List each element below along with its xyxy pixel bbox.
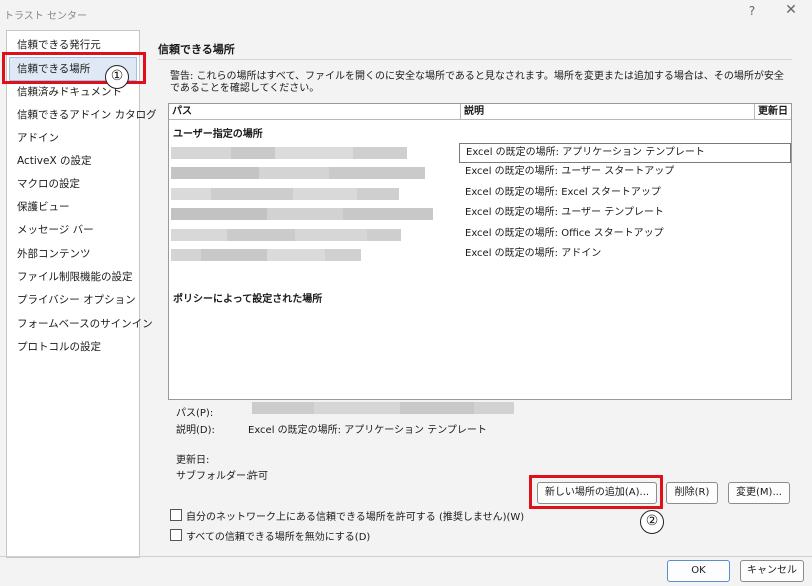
sidebar-item-privacy[interactable]: プライバシー オプション (17, 290, 137, 310)
cancel-button[interactable]: キャンセル (740, 560, 804, 582)
redacted-path (171, 206, 437, 222)
close-icon[interactable]: ✕ (781, 2, 801, 22)
row-description: Excel の既定の場所: アドイン (465, 248, 602, 259)
group-user-locations: ユーザー指定の場所 (173, 129, 263, 140)
subfolders-value: 許可 (248, 471, 268, 482)
warning-text: 警告: これらの場所はすべて、ファイルを開くのに安全な場所であると見なされます。… (170, 71, 784, 94)
table-row[interactable]: Excel の既定の場所: Excel スタートアップ (169, 184, 791, 204)
title-bar: トラスト センター ? ✕ (0, 0, 812, 28)
disable-all-label[interactable]: すべての信頼できる場所を無効にする(D) (186, 528, 370, 543)
sidebar-item-form-signin[interactable]: フォームベースのサインイン (17, 314, 153, 334)
allow-network-label[interactable]: 自分のネットワーク上にある信頼できる場所を許可する (推奨しません)(W) (186, 508, 524, 523)
group-policy-locations: ポリシーによって設定された場所 (173, 294, 323, 305)
subfolders-label: サブフォルダー: (176, 471, 250, 482)
row-description: Excel の既定の場所: ユーザー テンプレート (465, 207, 664, 218)
annotation-highlight-2 (529, 475, 663, 509)
modify-button[interactable]: 変更(M)... (728, 482, 790, 504)
category-sidebar: 信頼できる発行元 信頼できる場所 信頼済みドキュメント 信頼できるアドイン カタ… (6, 30, 157, 558)
column-header-path[interactable]: パス (169, 104, 461, 120)
table-row[interactable]: Excel の既定の場所: アドイン (169, 245, 791, 265)
annotation-badge-2: ② (640, 510, 664, 534)
sidebar-item-addin-catalogs[interactable]: 信頼できるアドイン カタログ (17, 105, 157, 125)
row-description: Excel の既定の場所: アプリケーション テンプレート (459, 143, 791, 163)
redacted-path (171, 145, 437, 161)
table-row[interactable]: Excel の既定の場所: Office スタートアップ (169, 225, 791, 245)
window-title: トラスト センター (4, 11, 87, 22)
row-description: Excel の既定の場所: ユーザー スタートアップ (465, 166, 675, 177)
sidebar-item-protocol[interactable]: プロトコルの設定 (17, 337, 137, 357)
disable-all-checkbox[interactable] (170, 529, 182, 541)
row-description: Excel の既定の場所: Excel スタートアップ (465, 187, 661, 198)
column-header-modified[interactable]: 更新日 (755, 104, 791, 120)
redacted-path (171, 165, 437, 181)
sidebar-item-protected-view[interactable]: 保護ビュー (17, 197, 137, 217)
title-divider (158, 59, 792, 60)
footer-divider (0, 556, 812, 557)
page-title: 信頼できる場所 (158, 43, 235, 56)
help-icon[interactable]: ? (744, 4, 760, 22)
row-description: Excel の既定の場所: Office スタートアップ (465, 228, 664, 239)
description-label: 説明(D): (176, 425, 215, 436)
table-row[interactable]: Excel の既定の場所: アプリケーション テンプレート (169, 143, 791, 163)
redacted-path-value (252, 402, 514, 414)
path-label: パス(P): (176, 408, 214, 419)
modified-label: 更新日: (176, 455, 210, 466)
description-value: Excel の既定の場所: アプリケーション テンプレート (248, 425, 487, 436)
sidebar-item-addins[interactable]: アドイン (17, 128, 137, 148)
sidebar-item-macros[interactable]: マクロの設定 (17, 174, 137, 194)
allow-network-checkbox[interactable] (170, 509, 182, 521)
table-row[interactable]: Excel の既定の場所: ユーザー スタートアップ (169, 163, 791, 183)
remove-button[interactable]: 削除(R) (666, 482, 718, 504)
sidebar-item-message-bar[interactable]: メッセージ バー (17, 220, 137, 240)
redacted-path (171, 247, 437, 263)
column-header-description[interactable]: 説明 (461, 104, 755, 120)
ok-button[interactable]: OK (667, 560, 730, 582)
table-header: パス 説明 更新日 (169, 104, 791, 120)
redacted-path (171, 186, 437, 202)
redacted-path (171, 227, 437, 243)
sidebar-item-file-block[interactable]: ファイル制限機能の設定 (17, 267, 137, 287)
sidebar-item-external-content[interactable]: 外部コンテンツ (17, 244, 137, 264)
sidebar-item-activex[interactable]: ActiveX の設定 (17, 151, 137, 171)
table-row[interactable]: Excel の既定の場所: ユーザー テンプレート (169, 204, 791, 224)
annotation-badge-1: ① (105, 65, 129, 89)
locations-table[interactable]: パス 説明 更新日 ユーザー指定の場所 Excel の既定の場所: アプリケーシ… (168, 103, 792, 400)
